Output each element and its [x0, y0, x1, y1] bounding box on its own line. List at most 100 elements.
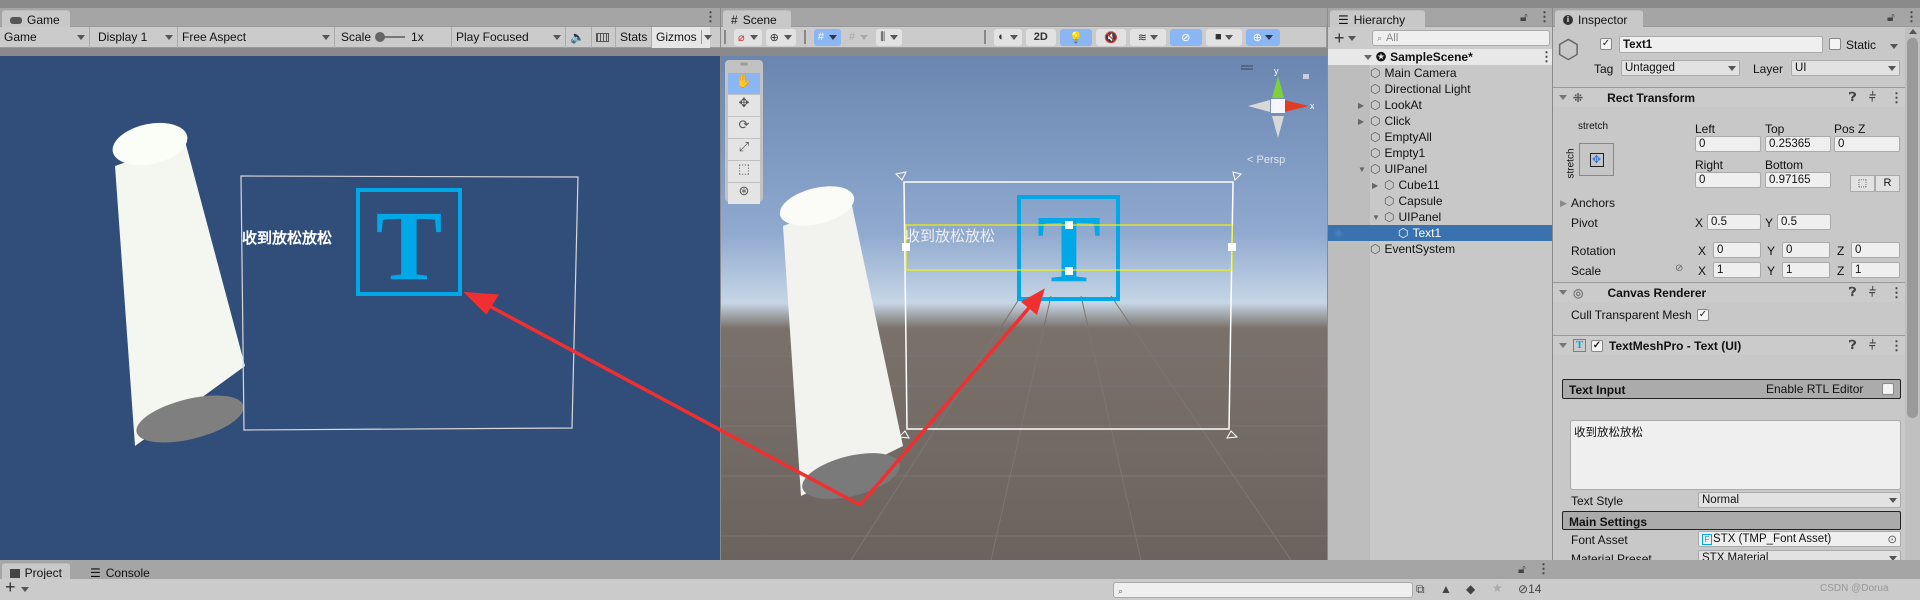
- scale-x-input[interactable]: 1: [1713, 262, 1761, 278]
- help-icon[interactable]: ❓︎: [1849, 285, 1856, 300]
- align-snap-button[interactable]: ⫼: [876, 28, 903, 46]
- right-input[interactable]: 0: [1695, 172, 1761, 188]
- left-input[interactable]: 0: [1695, 136, 1761, 152]
- presets-icon[interactable]: ⫩: [1869, 285, 1876, 300]
- inspector-scrollbar[interactable]: [1905, 27, 1920, 560]
- rtl-editor-checkbox[interactable]: [1882, 383, 1894, 395]
- 2d-toggle-button[interactable]: 2D: [1025, 28, 1056, 46]
- audio-toggle-button[interactable]: 🔇: [1095, 28, 1126, 46]
- project-menu-icon[interactable]: ⋮: [1537, 561, 1550, 577]
- help-icon[interactable]: ❓︎: [1849, 338, 1856, 353]
- project-search-input[interactable]: ⌕: [1113, 582, 1413, 598]
- display-dropdown[interactable]: Display 1: [90, 26, 178, 48]
- filter-label-icon[interactable]: ◆: [1466, 582, 1475, 596]
- object-picker-icon[interactable]: ⊙: [1887, 532, 1897, 546]
- visibility-eye-icon[interactable]: ◉: [1334, 228, 1343, 239]
- canvas-renderer-header[interactable]: ◎ Canvas Renderer ❓︎ ⫩ ⋮: [1553, 282, 1905, 302]
- tmp-header[interactable]: T ✓ TextMeshPro - Text (UI) ❓︎ ⫩ ⋮: [1553, 335, 1905, 355]
- game-menu-icon[interactable]: ⋮: [704, 9, 717, 25]
- collapse-arrow-icon[interactable]: [1559, 95, 1567, 100]
- tab-hierarchy[interactable]: ☰ Hierarchy: [1330, 10, 1425, 27]
- slider-track[interactable]: [375, 32, 406, 42]
- text-style-dropdown[interactable]: Normal: [1698, 492, 1901, 508]
- shortcuts-button[interactable]: [592, 26, 616, 48]
- tab-game[interactable]: Game: [2, 10, 70, 27]
- hierarchy-item[interactable]: ▼ ⬡ UIPanel: [1328, 161, 1552, 177]
- font-asset-field[interactable]: F STX (TMP_Font Asset) ⊙: [1698, 531, 1901, 547]
- filter-type-icon[interactable]: ▲: [1440, 582, 1452, 596]
- hierarchy-item[interactable]: ⬡ EventSystem: [1328, 241, 1552, 257]
- chevron-down-icon[interactable]: [21, 587, 29, 592]
- rotation-x-input[interactable]: 0: [1713, 242, 1761, 258]
- hierarchy-item[interactable]: ▶ ⬡ LookAt: [1328, 97, 1552, 113]
- orientation-gizmo[interactable]: y x: [1241, 65, 1315, 138]
- favorite-star-icon[interactable]: ★: [1492, 581, 1503, 595]
- tmp-enabled-checkbox[interactable]: ✓: [1591, 339, 1603, 352]
- tab-inspector[interactable]: i Inspector: [1555, 10, 1643, 27]
- visibility-toggle-button[interactable]: ⊘: [1169, 28, 1202, 46]
- game-mode-dropdown[interactable]: Game: [0, 26, 90, 48]
- hierarchy-item[interactable]: ◉ ⬡ Text1: [1328, 225, 1552, 241]
- tag-dropdown[interactable]: Untagged: [1621, 60, 1740, 76]
- lock-icon[interactable]: 🔓︎: [1518, 562, 1526, 577]
- hierarchy-item[interactable]: ▼ ⬡ UIPanel: [1328, 209, 1552, 225]
- static-checkbox[interactable]: [1829, 38, 1841, 50]
- hierarchy-item[interactable]: ▶ ⬡ Click: [1328, 113, 1552, 129]
- foldout-arrow-icon[interactable]: ▶: [1358, 117, 1368, 126]
- lock-icon[interactable]: 🔓︎: [1887, 10, 1895, 25]
- hierarchy-menu-icon[interactable]: ⋮: [1538, 9, 1551, 25]
- tab-console[interactable]: ☰ Console: [82, 563, 162, 580]
- hierarchy-item[interactable]: ⬡ Capsule: [1328, 193, 1552, 209]
- presets-icon[interactable]: ⫩: [1869, 338, 1876, 353]
- aspect-dropdown[interactable]: Free Aspect: [178, 26, 335, 48]
- search-window-icon[interactable]: ⧉: [1416, 582, 1425, 597]
- presets-icon[interactable]: ⫩: [1869, 90, 1876, 105]
- scroll-up-icon[interactable]: [1908, 29, 1917, 34]
- global-local-button[interactable]: ⊕: [765, 28, 796, 46]
- rect-transform-header[interactable]: ⁜ Rect Transform ❓︎ ⫩ ⋮: [1553, 87, 1905, 107]
- lighting-toggle-button[interactable]: 💡: [1059, 28, 1092, 46]
- bottom-input[interactable]: 0.97165: [1765, 172, 1831, 188]
- anchor-presets-button[interactable]: ✥: [1579, 143, 1614, 176]
- posz-input[interactable]: 0: [1834, 136, 1900, 152]
- camera-settings-button[interactable]: ■: [1205, 28, 1242, 46]
- blueprint-mode-button[interactable]: ⬚: [1850, 175, 1875, 192]
- active-checkbox[interactable]: ✓: [1600, 38, 1612, 50]
- mute-audio-button[interactable]: 🔈: [566, 26, 592, 48]
- component-menu-icon[interactable]: ⋮: [1890, 338, 1903, 354]
- static-dropdown-icon[interactable]: [1890, 44, 1898, 49]
- hierarchy-item[interactable]: ⬡ Main Camera: [1328, 65, 1552, 81]
- collapse-arrow-icon[interactable]: [1559, 290, 1567, 295]
- rotation-z-input[interactable]: 0: [1851, 242, 1900, 258]
- projection-label[interactable]: < Persp: [1247, 154, 1285, 166]
- lock-icon[interactable]: 🔓︎: [1520, 10, 1528, 25]
- shading-mode-button[interactable]: ◐: [994, 28, 1022, 46]
- hierarchy-item[interactable]: ⬡ Directional Light: [1328, 81, 1552, 97]
- scale-y-input[interactable]: 1: [1782, 262, 1830, 278]
- foldout-arrow-icon[interactable]: ▼: [1358, 165, 1368, 174]
- draw-mode-button[interactable]: ⌀: [734, 28, 762, 46]
- pivot-y-input[interactable]: 0.5: [1777, 214, 1831, 230]
- chevron-down-icon[interactable]: [1347, 35, 1356, 41]
- expand-arrow-icon[interactable]: [1364, 54, 1372, 60]
- help-icon[interactable]: ❓︎: [1849, 90, 1856, 105]
- scrollbar-thumb[interactable]: [1907, 38, 1918, 418]
- text-value-area[interactable]: 收到放松放松: [1570, 420, 1901, 490]
- top-input[interactable]: 0.25365: [1765, 136, 1831, 152]
- pivot-x-input[interactable]: 0.5: [1707, 214, 1761, 230]
- increment-snap-button[interactable]: #: [845, 29, 872, 46]
- foldout-arrow-icon[interactable]: ▶: [1358, 101, 1368, 110]
- hierarchy-item[interactable]: ⬡ Empty1: [1328, 145, 1552, 161]
- rotation-y-input[interactable]: 0: [1782, 242, 1830, 258]
- anchors-expand-icon[interactable]: ▶: [1560, 198, 1567, 209]
- effects-button[interactable]: ≋: [1129, 28, 1166, 46]
- foldout-arrow-icon[interactable]: ▶: [1372, 181, 1382, 190]
- hierarchy-item[interactable]: ▶ ⬡ Cube11: [1328, 177, 1552, 193]
- collapse-arrow-icon[interactable]: [1559, 343, 1567, 348]
- hidden-packages-button[interactable]: ⊘14: [1518, 582, 1541, 596]
- play-mode-dropdown[interactable]: Play Focused: [452, 26, 566, 48]
- slider-thumb[interactable]: [375, 32, 386, 42]
- raw-edit-button[interactable]: R: [1875, 175, 1900, 192]
- scale-z-input[interactable]: 1: [1851, 262, 1900, 278]
- hierarchy-item[interactable]: ⬡ EmptyAll: [1328, 129, 1552, 145]
